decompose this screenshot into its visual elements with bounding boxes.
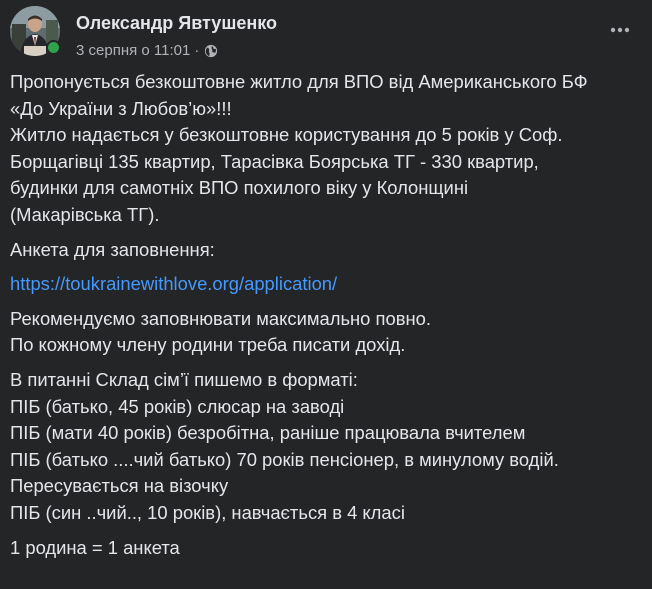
paragraph-recommendation: Рекомендуємо заповнювати максимально пов… bbox=[10, 306, 642, 359]
text-line: В питанні Склад сім’ї пишемо в форматі: bbox=[10, 368, 358, 390]
post-header: Олександр Явтушенко 3 серпня о 11:01 · bbox=[10, 6, 642, 59]
more-horizontal-icon bbox=[610, 27, 630, 33]
facebook-post: Олександр Явтушенко 3 серпня о 11:01 · П… bbox=[0, 0, 652, 589]
meta-separator: · bbox=[194, 42, 200, 59]
text-line: (Макарівська ТГ). bbox=[10, 203, 160, 225]
paragraph-summary: 1 родина = 1 анкета bbox=[10, 536, 180, 558]
text-line: Пропонується безкоштовне житло для ВПО в… bbox=[10, 71, 588, 92]
text-line: По кожному члену родини треба писати дох… bbox=[10, 334, 406, 356]
paragraph-form-label: Анкета для заповнення: bbox=[10, 238, 215, 260]
text-line: Пересувається на візочку bbox=[10, 475, 229, 497]
author-name[interactable]: Олександр Явтушенко bbox=[76, 13, 277, 34]
text-line: ПІБ (син ..чий.., 10 років), навчається … bbox=[10, 501, 405, 523]
text-line: Борщагівці 135 квартир, Тарасівка Боярсь… bbox=[10, 150, 539, 172]
paragraph-family-format: В питанні Склад сім’ї пишемо в форматі: … bbox=[10, 367, 642, 527]
text-line: «До України з Любов’ю»!!! bbox=[10, 97, 232, 119]
post-timestamp[interactable]: 3 серпня о 11:01 bbox=[76, 42, 190, 59]
text-line: ПІБ (батько, 45 років) слюсар на заводі bbox=[10, 395, 345, 417]
post-body: Пропонується безкоштовне житло для ВПО в… bbox=[10, 69, 642, 561]
paragraph-offer: Пропонується безкоштовне житло для ВПО в… bbox=[10, 69, 642, 229]
application-link[interactable]: https://toukrainewithlove.org/applicatio… bbox=[10, 273, 337, 294]
paragraph-link: https://toukrainewithlove.org/applicatio… bbox=[10, 271, 642, 298]
text-line: Рекомендуємо заповнювати максимально пов… bbox=[10, 307, 431, 329]
more-options-button[interactable] bbox=[608, 20, 632, 40]
text-line: Житло надається у безкоштовне користуван… bbox=[10, 124, 563, 146]
author-avatar[interactable] bbox=[10, 6, 61, 56]
post-meta: 3 серпня о 11:01 · bbox=[76, 42, 218, 59]
globe-icon[interactable] bbox=[204, 44, 218, 58]
text-line: ПІБ (батько ....чий батько) 70 років пен… bbox=[10, 448, 559, 470]
online-status-indicator bbox=[46, 40, 61, 55]
text-line: будинки для самотніх ВПО похилого віку у… bbox=[10, 177, 469, 199]
text-line: ПІБ (мати 40 років) безробітна, раніше п… bbox=[10, 422, 526, 444]
